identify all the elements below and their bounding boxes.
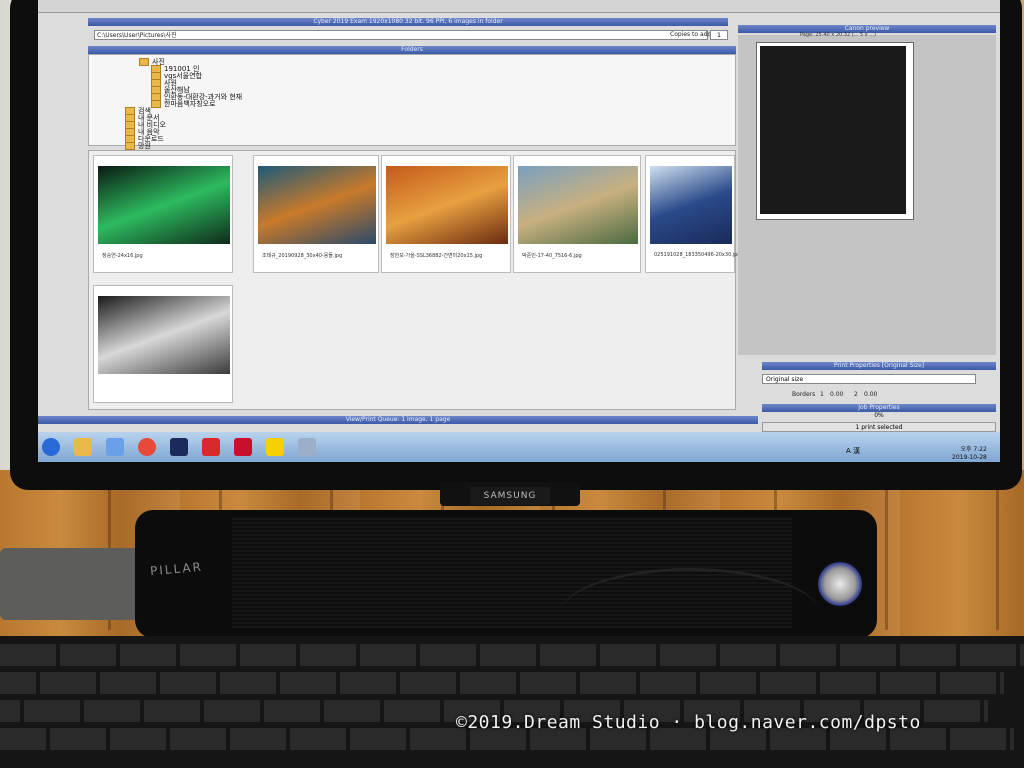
explorer-icon[interactable]: [74, 438, 92, 456]
kakaotalk-icon[interactable]: [266, 438, 284, 456]
queue-title-bar: View/Print Queue: 1 image, 1 page: [38, 416, 758, 424]
thumbnail-card[interactable]: 박준민-17-40_7516-6.jpg: [513, 155, 641, 273]
thumbnail-image: [650, 166, 732, 244]
folder-tree-item[interactable]: 한마음백자칭오로: [151, 99, 216, 109]
tray-clock[interactable]: 오후 7:22 2019-10-28: [952, 446, 987, 462]
volume-knob: [818, 562, 862, 606]
folder-tree[interactable]: 사진 191001 인 vgs서울연합 사원 울산해남 인환동-대환강-과거와 현재 한마음…: [88, 54, 736, 150]
folder-icon: [125, 142, 135, 150]
thumbnail-image: [386, 166, 508, 244]
notepad-icon[interactable]: [298, 438, 316, 456]
thumbnail-card[interactable]: 정승연-24x16.jpg: [93, 155, 233, 273]
app-toolbar[interactable]: [38, 0, 1000, 13]
preview-image: [760, 46, 906, 214]
thumbnail-card[interactable]: 025191028_183350496-20x30.jpg: [645, 155, 741, 273]
border-value-bottom[interactable]: 0.00: [864, 391, 877, 398]
thumbnail-caption: 조태규_20190928_30x40-몽돌.jpg: [262, 253, 343, 259]
tray-time: 오후 7:22: [960, 446, 987, 453]
tray-date: 2019-10-28: [952, 454, 987, 461]
thumbnail-card[interactable]: [93, 285, 233, 403]
thumbnail-image: [518, 166, 638, 244]
info-title-bar: Cyber 2019 Exam 1920x1080 32 bit. 96 PPI…: [88, 18, 728, 26]
thumbnail-caption: 장한모-가을-SSL36882-간변미20x15.jpg: [390, 253, 483, 259]
router-device: [0, 548, 140, 620]
border-value-top[interactable]: 1: [820, 391, 824, 398]
borders-row[interactable]: Borders 1 0.00 2 0.00: [762, 388, 996, 402]
monitor-brand: SAMSUNG: [470, 487, 550, 505]
windows-start-icon[interactable]: [42, 438, 60, 456]
key-row: [0, 672, 1004, 694]
preview-size: Page: 25.40 x 20.32 (... 5 x ...): [800, 32, 877, 38]
border-value-left[interactable]: 0.00: [830, 391, 843, 398]
keyboard: [0, 636, 1024, 768]
thumbnail-image: [98, 166, 230, 244]
border-value-right[interactable]: 2: [854, 391, 858, 398]
print-size-select[interactable]: Original size: [762, 374, 976, 384]
thumbnail-grid[interactable]: 정승연-24x16.jpg 조태규_20190928_30x40-몽돌.jpg 장한…: [88, 150, 741, 410]
photoshop-icon[interactable]: [170, 438, 188, 456]
chat-icon[interactable]: [106, 438, 124, 456]
path-field[interactable]: C:\Users\User\Pictures\사진: [94, 30, 708, 40]
copies-input[interactable]: 1: [710, 30, 728, 40]
folder-label: 한마음백자칭오로: [164, 100, 216, 108]
copies-label: Copies to add: [670, 31, 712, 38]
print-properties-bar: Print Properties [Original Size]: [762, 362, 996, 370]
borders-label: Borders: [792, 391, 816, 398]
thumbnail-caption: 025191028_183350496-20x30.jpg: [654, 252, 741, 258]
thumbnail-caption: 박준민-17-40_7516-6.jpg: [522, 253, 582, 259]
folders-title-bar: Folders: [88, 46, 736, 54]
acrobat-icon[interactable]: [202, 438, 220, 456]
folder-icon: [151, 100, 161, 108]
preview-toolbar[interactable]: [798, 348, 994, 360]
print-selected-button[interactable]: 1 print selected: [762, 422, 996, 432]
thumbnail-image: [98, 296, 230, 374]
folder-icon: [139, 58, 149, 66]
job-properties-bar: Job Properties: [762, 404, 996, 412]
key-row: [0, 644, 1024, 666]
tray-input-label[interactable]: A 漢: [846, 446, 860, 456]
thumbnail-image: [258, 166, 376, 244]
job-count: 0%: [874, 412, 884, 419]
thumbnail-card[interactable]: 장한모-가을-SSL36882-간변미20x15.jpg: [381, 155, 511, 273]
creative-cloud-icon[interactable]: [234, 438, 252, 456]
chrome-icon[interactable]: [138, 438, 156, 456]
thumbnail-card[interactable]: 조태규_20190928_30x40-몽돌.jpg: [253, 155, 379, 273]
watermark: ©2019.Dream Studio · blog.naver.com/dpst…: [456, 712, 921, 733]
thumbnail-caption: 정승연-24x16.jpg: [102, 253, 143, 259]
monitor-screen: Cyber 2019 Exam 1920x1080 32 bit. 96 PPI…: [38, 0, 1000, 462]
